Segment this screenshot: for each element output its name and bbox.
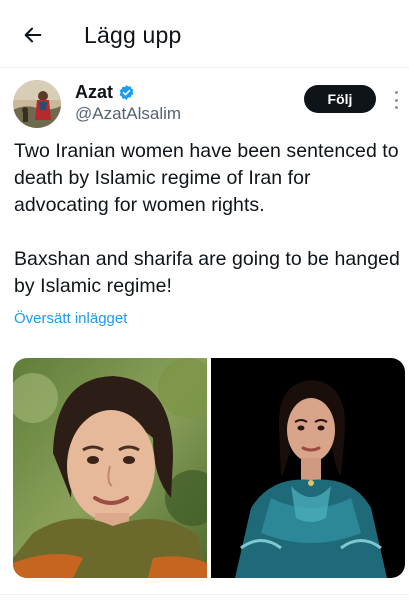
- media-image-2[interactable]: [211, 358, 405, 578]
- arrow-left-icon: [24, 27, 42, 43]
- vertical-ellipsis-icon: [394, 98, 398, 102]
- more-options-button[interactable]: [388, 89, 404, 111]
- vertical-ellipsis-icon: [394, 106, 398, 109]
- divider: [0, 594, 409, 595]
- verified-badge-icon: [119, 84, 134, 100]
- author-name[interactable]: Azat: [75, 81, 135, 103]
- page-title: Lägg upp: [84, 22, 182, 48]
- media-grid: [13, 358, 405, 578]
- translate-post-link[interactable]: Översätt inlägget: [14, 309, 127, 329]
- media-image-1[interactable]: [13, 358, 207, 578]
- avatar-image: [13, 80, 61, 128]
- author-name-text: Azat: [75, 82, 114, 102]
- top-bar: Lägg upp: [0, 0, 409, 68]
- tweet-text: Two Iranian women have been sentenced to…: [14, 140, 400, 297]
- author-handle[interactable]: @AzatAlsalim: [75, 103, 181, 125]
- portrait-photo-2: [211, 358, 405, 578]
- avatar[interactable]: [13, 80, 61, 128]
- follow-button[interactable]: Följ: [304, 85, 376, 113]
- vertical-ellipsis-icon: [394, 91, 398, 94]
- back-button[interactable]: [18, 20, 48, 50]
- portrait-photo-1: [13, 358, 207, 578]
